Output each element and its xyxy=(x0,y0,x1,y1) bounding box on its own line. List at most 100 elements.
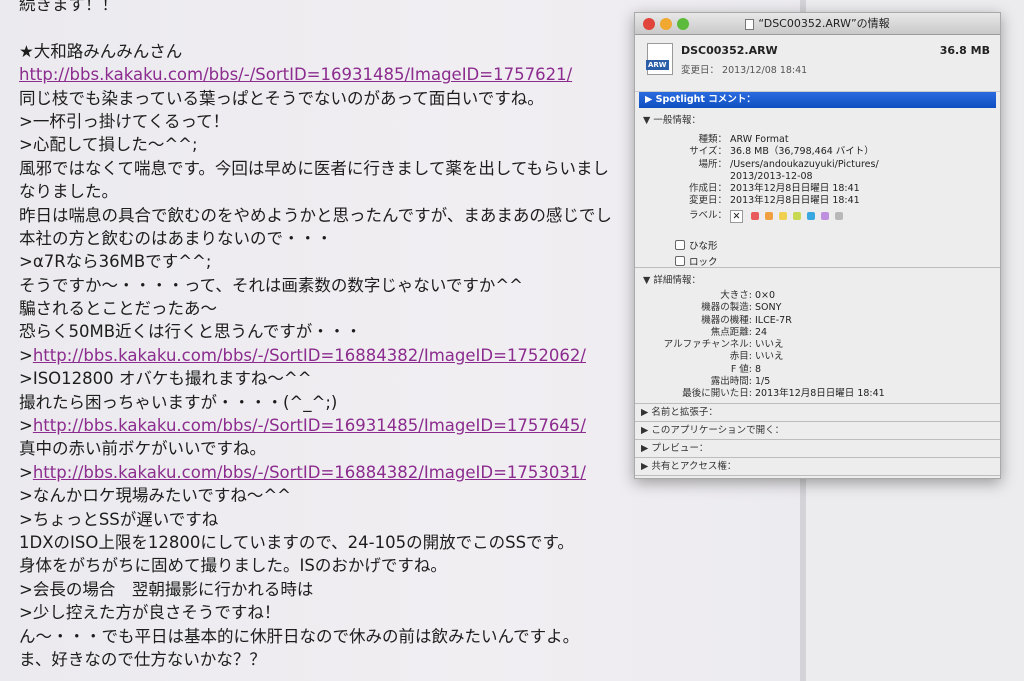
label-row: ラベル： ✕ xyxy=(635,209,1000,223)
label-key: ラベル： xyxy=(688,209,727,221)
info-row: 場所：/Users/andoukazuyuki/Pictures/ xyxy=(635,159,1000,171)
checkbox[interactable] xyxy=(675,256,685,267)
info-window: “DSC00352.ARW”の情報 ARW DSC00352.ARW 36.8 … xyxy=(634,12,1001,479)
post-text: >少し控えた方が良さそうですね！ xyxy=(19,603,281,623)
post-line: >http://bbs.kakaku.com/bbs/-/SortID=1688… xyxy=(19,344,612,367)
post-line: >一杯引っ掛けてくるって！ xyxy=(19,110,612,133)
post-text: 身体をがちがちに固めて撮りました。ISのおかげですね。 xyxy=(19,556,447,576)
info-key: サイズ： xyxy=(689,146,727,158)
info-key: 変更日： xyxy=(688,195,727,207)
post-body: 続きます！！ ★大和路みんみんさん http://bbs.kakaku.com/bb… xyxy=(19,0,612,671)
details-header[interactable]: ▼ 詳細情報： xyxy=(635,268,1000,290)
label-none[interactable]: ✕ xyxy=(730,209,743,223)
post-text: >一杯引っ掛けてくるって！ xyxy=(19,111,230,131)
post-line: 本社の方と飲むのはあまりないので・・・ xyxy=(19,227,612,250)
image-link[interactable]: http://bbs.kakaku.com/bbs/-/SortID=16931… xyxy=(33,416,586,435)
info-key: 大きさ: xyxy=(720,290,752,301)
post-line: 恐らく50MB近くは行くと思うんですが・・・ xyxy=(19,320,612,343)
file-name: DSC00352.ARW xyxy=(681,44,778,57)
spotlight-label: Spotlight コメント： xyxy=(655,94,756,105)
checkbox[interactable] xyxy=(675,240,685,251)
post-line: >ちょっとSSが遅いですね xyxy=(19,508,612,531)
image-link[interactable]: http://bbs.kakaku.com/bbs/-/SortID=16884… xyxy=(33,463,586,482)
spotlight-comments-section[interactable]: ▶ Spotlight コメント： xyxy=(639,92,996,108)
quote-prefix: > xyxy=(19,345,33,365)
info-value: /Users/andoukazuyuki/Pictures/ xyxy=(730,158,879,170)
image-link[interactable]: http://bbs.kakaku.com/bbs/-/SortID=16884… xyxy=(33,346,586,365)
stationery-checkbox[interactable]: ひな形 xyxy=(675,237,1000,253)
post-line: >心配して損した～^^; xyxy=(19,133,612,156)
post-line: 続きます！！ xyxy=(19,0,612,16)
post-line: ま、好きなので仕方ないかな？？ xyxy=(19,648,612,671)
locked-label: ロック xyxy=(689,257,718,269)
post-text: ま、好きなので仕方ないかな？？ xyxy=(19,649,266,669)
label-color-swatch[interactable] xyxy=(779,212,787,221)
minimize-button[interactable] xyxy=(660,18,672,30)
post-line: >会長の場合 翌朝撮影に行かれる時は xyxy=(19,578,612,601)
close-button[interactable] xyxy=(643,18,655,30)
info-key: 赤目: xyxy=(729,351,752,363)
file-size: 36.8 MB xyxy=(939,44,990,57)
info-key: 最後に開いた日: xyxy=(682,388,752,400)
label-color-swatch[interactable] xyxy=(821,212,829,221)
post-line: ん～・・・でも平日は基本的に休肝日なので休みの前は飲みたいんですよ。 xyxy=(19,625,612,648)
post-text: 風邪ではなくて喘息です。今回は早めに医者に行きまして薬を出してもらいまし xyxy=(19,158,610,178)
collapsed-section[interactable]: ▶ 共有とアクセス権： xyxy=(635,458,1000,476)
info-row: 大きさ: 0×0 xyxy=(635,290,1000,302)
details-header-label: 詳細情報： xyxy=(653,275,701,286)
post-text: >ちょっとSSが遅いですね xyxy=(19,509,219,529)
post-line: 撮れたら困っちゃいますが・・・・(^_^;) xyxy=(19,391,612,414)
info-row: 2013/2013-12-08 xyxy=(635,171,1000,183)
post-line xyxy=(19,16,612,39)
info-value: 8 xyxy=(755,363,762,375)
post-line: 騙されるとことだったあ～ xyxy=(19,297,612,320)
info-value: 1/5 xyxy=(755,376,771,388)
info-key: 作成日： xyxy=(688,183,727,195)
label-color-swatch[interactable] xyxy=(835,212,843,221)
general-header-label: 一般情報： xyxy=(653,115,701,126)
collapsed-section[interactable]: ▶ プレビュー： xyxy=(635,440,1000,458)
label-color-swatch[interactable] xyxy=(751,212,759,221)
info-row: 最後に開いた日: 2013年12月8日日曜日 18:41 xyxy=(635,388,1000,400)
window-title: “DSC00352.ARW”の情報 xyxy=(758,17,890,30)
post-text: >α7Rなら36MBです^^; xyxy=(19,252,212,272)
post-text: 昨日は喘息の具合で飲むのをやめようかと思ったんですが、まあまあの感じでし xyxy=(19,205,612,225)
info-value: 2013/2013-12-08 xyxy=(730,170,813,182)
post-text: 撮れたら困っちゃいますが・・・・(^_^;) xyxy=(19,392,338,412)
info-value: 2013年12月8日日曜日 18:41 xyxy=(755,388,885,400)
info-key xyxy=(635,171,730,183)
info-value: 24 xyxy=(755,326,768,338)
post-line: http://bbs.kakaku.com/bbs/-/SortID=16931… xyxy=(19,63,612,86)
post-line: 身体をがちがちに固めて撮りました。ISのおかげですね。 xyxy=(19,554,612,577)
post-line: そうですか～・・・・って、それは画素数の数字じゃないですか^^ xyxy=(19,274,612,297)
info-row: 赤目: いいえ xyxy=(635,351,1000,363)
post-line: >α7Rなら36MBです^^; xyxy=(19,250,612,273)
post-text: >なんかロケ現場みたいですね～^^ xyxy=(19,486,291,506)
info-value: 36.8 MB（36,798,464 バイト） xyxy=(730,146,874,158)
info-value: 2013年12月8日日曜日 18:41 xyxy=(730,183,860,195)
post-text: >心配して損した～^^; xyxy=(19,135,198,155)
label-color-swatch[interactable] xyxy=(765,212,773,221)
title-bar[interactable]: “DSC00352.ARW”の情報 xyxy=(635,13,1000,35)
modified-value: 2013/12/08 18:41 xyxy=(722,65,808,76)
info-row: サイズ： 36.8 MB（36,798,464 バイト） xyxy=(635,146,1000,158)
label-color-swatch[interactable] xyxy=(807,212,815,221)
image-link[interactable]: http://bbs.kakaku.com/bbs/-/SortID=16931… xyxy=(19,65,572,84)
post-line: 1DXのISO上限を12800にしていますので、24-105の開放でこのSSです… xyxy=(19,531,612,554)
locked-checkbox[interactable]: ロック xyxy=(675,253,1000,269)
info-key: 場所： xyxy=(698,158,727,170)
general-header[interactable]: ▼ 一般情報： xyxy=(635,108,1000,130)
post-text: 同じ枝でも染まっている葉っぱとそうでないのがあって面白いですね。 xyxy=(19,88,544,108)
zoom-button[interactable] xyxy=(677,18,689,30)
info-row: 機器の機種: ILCE-7R xyxy=(635,315,1000,327)
label-color-swatch[interactable] xyxy=(793,212,801,221)
info-row: 作成日： 2013年12月8日日曜日 18:41 xyxy=(635,183,1000,195)
collapsed-section[interactable]: ▶ このアプリケーションで開く： xyxy=(635,422,1000,440)
section-label: 共有とアクセス権： xyxy=(651,461,737,472)
post-text: >会長の場合 翌朝撮影に行かれる時は xyxy=(19,579,314,599)
collapsed-section[interactable]: ▶ 名前と拡張子： xyxy=(635,404,1000,422)
post-line: 風邪ではなくて喘息です。今回は早めに医者に行きまして薬を出してもらいまし xyxy=(19,157,612,180)
icon-badge: ARW xyxy=(646,60,669,70)
info-row: 機器の製造: SONY xyxy=(635,302,1000,314)
section-label: このアプリケーションで開く： xyxy=(651,425,785,436)
